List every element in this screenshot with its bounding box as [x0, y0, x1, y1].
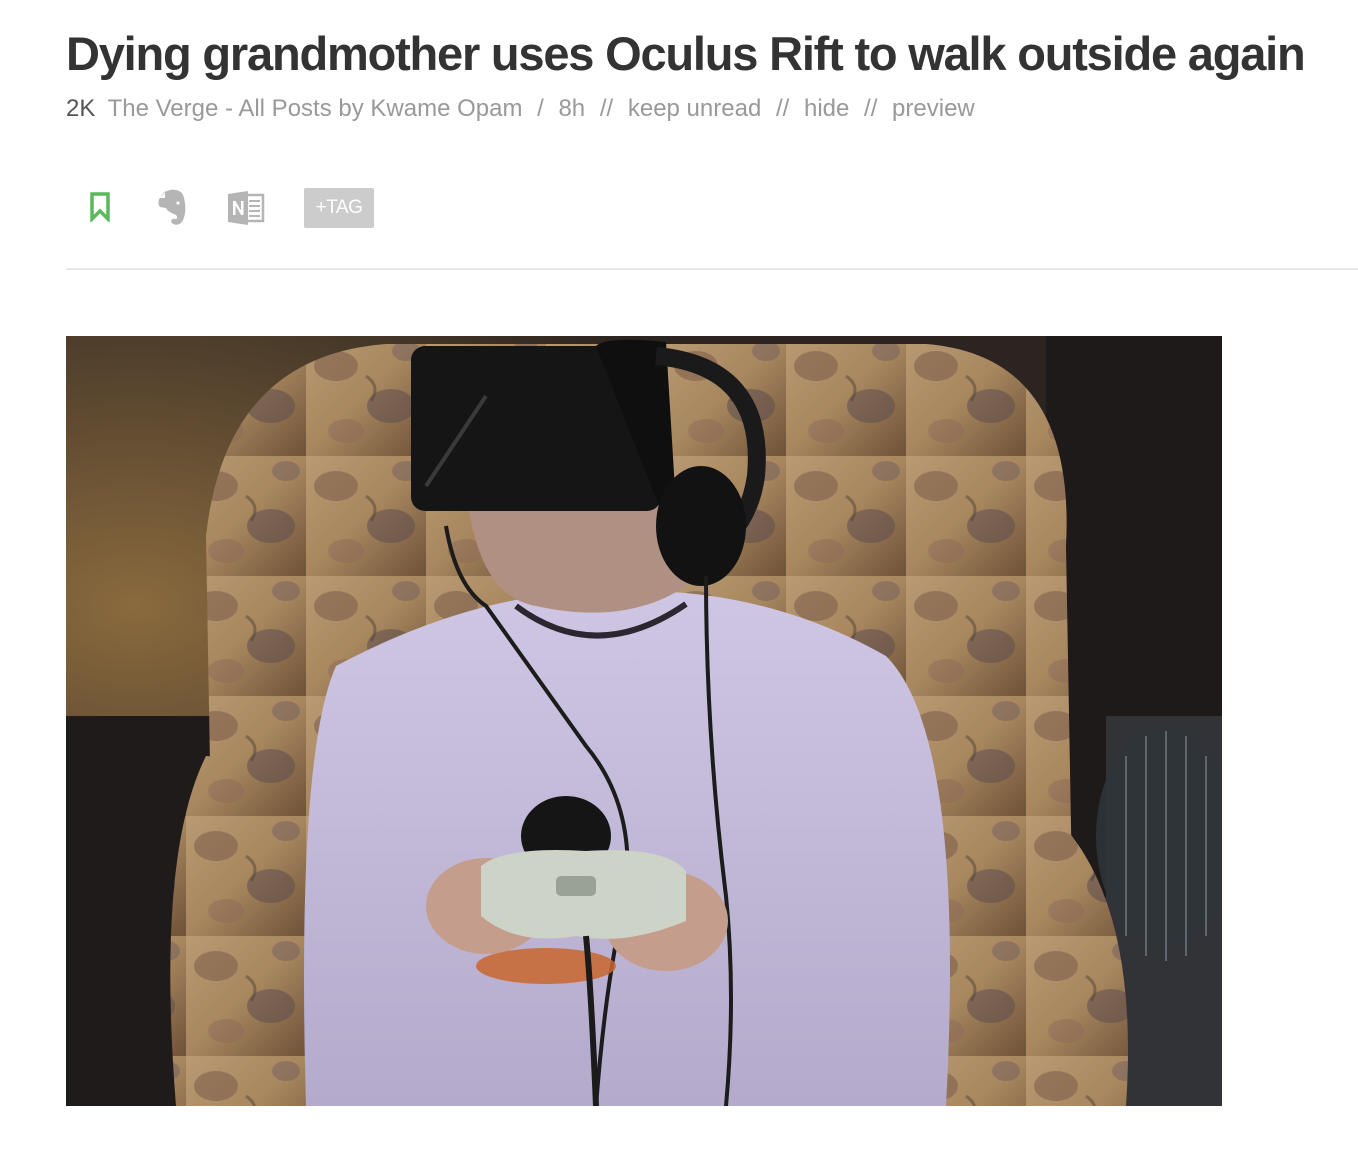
meta-separator: //	[864, 95, 878, 122]
add-tag-button[interactable]: +TAG	[304, 188, 374, 228]
article: Dying grandmother uses Oculus Rift to wa…	[0, 0, 1358, 1160]
article-image-illustration	[66, 336, 1222, 1106]
preview-link[interactable]: preview	[892, 95, 975, 122]
meta-separator: /	[537, 95, 544, 122]
meta-separator: //	[599, 95, 614, 122]
onenote-icon[interactable]	[226, 190, 266, 231]
age-label: 8h	[558, 95, 586, 122]
bookmark-icon[interactable]	[90, 192, 110, 227]
meta-separator: //	[775, 95, 790, 122]
evernote-icon[interactable]	[156, 188, 190, 233]
source-link[interactable]: The Verge - All Posts by Kwame Opam	[108, 95, 523, 122]
keep-unread-link[interactable]: keep unread	[628, 95, 761, 122]
header-divider	[66, 268, 1358, 270]
article-title[interactable]: Dying grandmother uses Oculus Rift to wa…	[66, 26, 1306, 82]
article-image[interactable]	[66, 336, 1222, 1106]
engagement-count: 2K	[66, 95, 96, 122]
hide-link[interactable]: hide	[804, 95, 849, 122]
action-toolbar: +TAG	[66, 186, 466, 230]
article-meta: 2K The Verge - All Posts by Kwame Opam /…	[66, 94, 975, 124]
